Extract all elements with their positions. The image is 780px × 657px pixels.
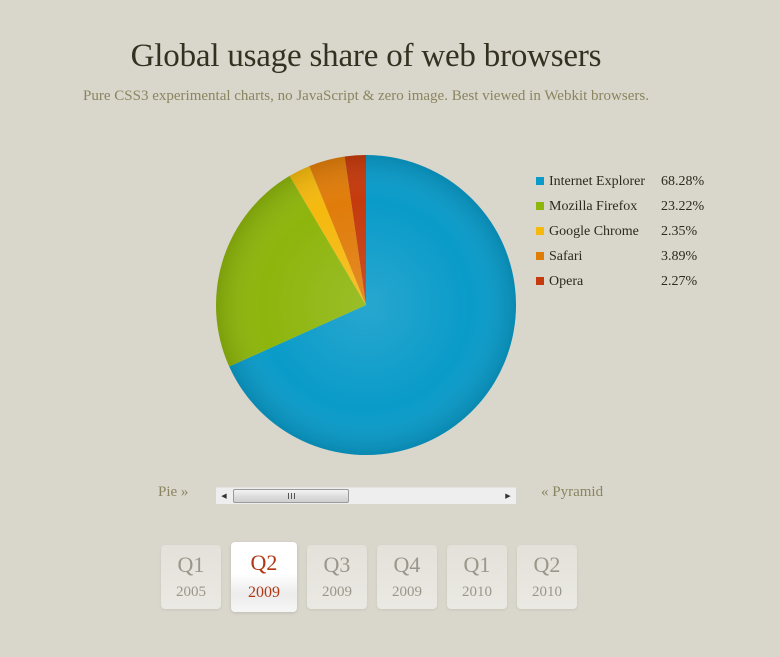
legend-label: Safari — [549, 248, 583, 264]
legend-swatch — [536, 201, 544, 210]
legend-swatch — [536, 276, 544, 285]
legend-value: 23.22% — [661, 198, 705, 214]
pyramid-link[interactable]: « Pyramid — [541, 484, 603, 501]
legend-swatch — [536, 226, 544, 235]
legend-item: Opera 2.27% — [536, 269, 704, 294]
pie-chart — [216, 155, 517, 455]
tab-quarter: Q1 — [463, 552, 491, 577]
legend-label: Internet Explorer — [549, 173, 646, 189]
tab-quarter: Q3 — [323, 552, 351, 577]
pie-link[interactable]: Pie » — [158, 484, 188, 501]
tab-year: 2010 — [532, 584, 562, 600]
legend-value: 68.28% — [661, 173, 705, 189]
scroll-right-arrow-icon[interactable]: ▶ — [500, 488, 516, 504]
period-tab[interactable]: Q3 2009 — [307, 545, 367, 609]
scroll-track[interactable] — [233, 488, 499, 504]
period-tab[interactable]: Q2 2009 — [231, 542, 297, 612]
legend-item: Mozilla Firefox 23.22% — [536, 194, 704, 219]
legend-item: Internet Explorer 68.28% — [536, 169, 704, 194]
page-subtitle: Pure CSS3 experimental charts, no JavaSc… — [83, 88, 649, 104]
period-tab[interactable]: Q1 2010 — [447, 545, 507, 609]
page-title: Global usage share of web browsers — [130, 38, 602, 74]
tab-year: 2005 — [176, 584, 206, 600]
chart-scrollbar[interactable]: ◀ ▶ — [216, 487, 516, 504]
pie-shading — [216, 155, 516, 455]
legend-swatch — [536, 251, 544, 260]
period-tabs: Q1 2005 Q2 2009 Q3 2009 Q4 2009 Q1 2010 … — [161, 542, 577, 612]
scroll-left-arrow-icon[interactable]: ◀ — [216, 488, 232, 504]
tab-year: 2009 — [392, 584, 422, 600]
legend-value: 2.27% — [661, 273, 698, 289]
legend-value: 3.89% — [661, 248, 698, 264]
legend-label: Mozilla Firefox — [549, 198, 638, 214]
tab-year: 2009 — [248, 584, 280, 601]
tab-year: 2009 — [322, 584, 352, 600]
legend-item: Google Chrome 2.35% — [536, 219, 704, 244]
grip-icon — [287, 493, 295, 499]
tab-quarter: Q1 — [177, 552, 205, 577]
legend-item: Safari 3.89% — [536, 244, 704, 269]
scroll-thumb[interactable] — [233, 489, 349, 503]
tab-quarter: Q4 — [393, 552, 421, 577]
period-tab[interactable]: Q4 2009 — [377, 545, 437, 609]
tab-quarter: Q2 — [533, 552, 561, 577]
legend-value: 2.35% — [661, 223, 698, 239]
legend-swatch — [536, 176, 544, 185]
legend-label: Opera — [549, 273, 584, 289]
tab-quarter: Q2 — [250, 550, 278, 575]
legend-label: Google Chrome — [549, 223, 639, 239]
period-tab[interactable]: Q1 2005 — [161, 545, 221, 609]
period-tab[interactable]: Q2 2010 — [517, 545, 577, 609]
chart-legend: Internet Explorer 68.28% Mozilla Firefox… — [536, 169, 704, 294]
tab-year: 2010 — [462, 584, 492, 600]
